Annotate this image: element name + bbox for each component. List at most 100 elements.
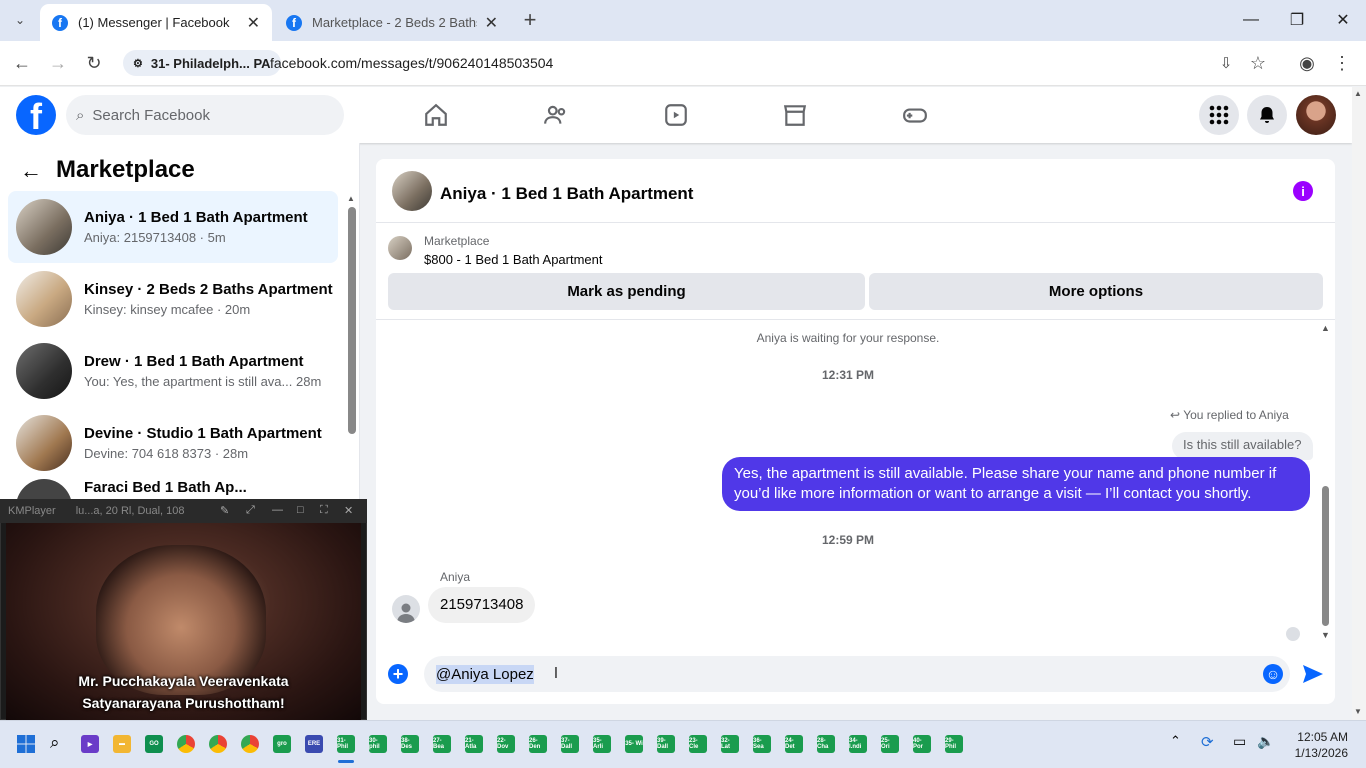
incoming-message-bubble[interactable]: 2159713408: [428, 587, 536, 623]
sidebar-scrollbar[interactable]: [348, 207, 356, 434]
resize-icon[interactable]: ⤢: [246, 504, 255, 517]
site-info-chip[interactable]: ⚙ 31- Philadelph... PA: [123, 50, 281, 76]
media-app-icon[interactable]: ▶: [81, 735, 99, 753]
kmplayer-maximize-icon[interactable]: □: [297, 504, 304, 516]
bookmark-star-icon[interactable]: ☆: [1244, 49, 1272, 77]
app-icon[interactable]: ERE: [305, 735, 323, 753]
pinned-sheet-icon[interactable]: 27- Bea: [433, 735, 451, 753]
chrome-icon[interactable]: [177, 735, 195, 753]
pinned-sheet-icon[interactable]: 38- Des: [401, 735, 419, 753]
chat-scrollbar[interactable]: [1322, 486, 1329, 626]
tab-search-chevron-icon[interactable]: ⌄: [6, 6, 34, 34]
pinned-sheet-icon[interactable]: 39- Dall: [657, 735, 675, 753]
pinned-sheet-icon[interactable]: 24- Det: [785, 735, 803, 753]
pinned-sheet-icon[interactable]: 26- Den: [529, 735, 547, 753]
conversation-item[interactable]: Kinsey · 2 Beds 2 Baths Apartment Kinsey…: [8, 263, 338, 335]
message-input[interactable]: @Aniya Lopez I: [424, 656, 1290, 692]
home-icon[interactable]: [421, 100, 451, 130]
sender-avatar[interactable]: [392, 595, 420, 623]
taskbar-search-icon[interactable]: ⌕: [50, 733, 60, 753]
conversation-preview: You: Yes, the apartment is still ava... …: [84, 374, 322, 389]
app-icon[interactable]: GO: [145, 735, 163, 753]
search-facebook-input[interactable]: ⌕ Search Facebook: [66, 95, 344, 135]
scroll-down-arrow-icon[interactable]: ▼: [1321, 630, 1330, 640]
back-icon[interactable]: ←: [8, 49, 36, 77]
outgoing-message-bubble[interactable]: Yes, the apartment is still available. P…: [722, 457, 1310, 511]
page-scrollbar-track[interactable]: [1352, 87, 1366, 720]
replied-to-text: You replied to Aniya: [1183, 408, 1289, 422]
conversation-item[interactable]: Aniya · 1 Bed 1 Bath Apartment Aniya: 21…: [8, 191, 338, 263]
close-tab-icon[interactable]: ✕: [485, 13, 498, 33]
pinned-sheet-icon[interactable]: 22- Dov: [497, 735, 515, 753]
pinned-sheet-icon[interactable]: 34- I.ndi: [849, 735, 867, 753]
system-clock[interactable]: 12:05 AM 1/13/2026: [1286, 729, 1348, 761]
volume-icon[interactable]: 🔈: [1257, 733, 1274, 750]
pin-icon[interactable]: ✎: [220, 504, 229, 517]
pinned-sheet-icon[interactable]: 37- Dall: [561, 735, 579, 753]
kmplayer-fullscreen-icon[interactable]: ⛶: [320, 504, 328, 517]
pinned-sheet-icon[interactable]: 31- Phil: [337, 735, 355, 753]
pinned-sheet-icon[interactable]: 32- Lat: [721, 735, 739, 753]
mark-as-pending-button[interactable]: Mark as pending: [388, 273, 865, 310]
browser-tab-marketplace[interactable]: f Marketplace - 2 Beds 2 Baths A ✕: [274, 4, 510, 41]
chrome-icon[interactable]: [241, 735, 259, 753]
maximize-icon[interactable]: ❐: [1274, 0, 1320, 40]
chrome-icon[interactable]: [209, 735, 227, 753]
forward-icon[interactable]: →: [44, 49, 72, 77]
notifications-bell-icon[interactable]: [1247, 95, 1287, 135]
scroll-up-arrow-icon[interactable]: ▲: [347, 194, 355, 203]
emoji-icon[interactable]: ☺: [1263, 664, 1283, 684]
friends-icon[interactable]: [541, 100, 571, 130]
close-tab-icon[interactable]: ✕: [247, 13, 260, 33]
add-attachment-icon[interactable]: +: [388, 664, 408, 684]
sync-icon[interactable]: ⟳: [1201, 733, 1214, 751]
profile-icon[interactable]: ◉: [1293, 49, 1321, 77]
reload-icon[interactable]: ↻: [80, 49, 108, 77]
show-hidden-icons-chevron[interactable]: ⌃: [1170, 733, 1181, 749]
gaming-icon[interactable]: [900, 100, 930, 130]
pinned-sheet-icon[interactable]: 30- phil: [369, 735, 387, 753]
listing-title[interactable]: $800 - 1 Bed 1 Bath Apartment: [424, 252, 603, 267]
chat-title[interactable]: Aniya · 1 Bed 1 Bath Apartment: [440, 184, 693, 204]
search-placeholder: Search Facebook: [92, 106, 210, 124]
close-window-icon[interactable]: ✕: [1320, 0, 1366, 40]
account-avatar[interactable]: [1296, 95, 1336, 135]
conversation-item[interactable]: Drew · 1 Bed 1 Bath Apartment You: Yes, …: [8, 335, 338, 407]
conversation-item[interactable]: Devine · Studio 1 Bath Apartment Devine:…: [8, 407, 338, 479]
info-icon[interactable]: i: [1293, 181, 1313, 201]
kmplayer-titlebar[interactable]: KMPlayer lu...a, 20 Rl, Dual, 108: [0, 499, 367, 523]
quoted-message[interactable]: Is this still available?: [1172, 432, 1313, 460]
file-explorer-icon[interactable]: ▬: [113, 735, 131, 753]
pinned-sheet-icon[interactable]: 25- Ori: [881, 735, 899, 753]
pinned-sheet-icon[interactable]: 29- Phil: [945, 735, 963, 753]
browser-menu-icon[interactable]: ⋮: [1328, 49, 1356, 77]
conversation-item[interactable]: Faraci Bed 1 Bath Ap...: [8, 479, 338, 499]
facebook-logo-icon[interactable]: f: [16, 95, 56, 135]
pinned-sheet-icon[interactable]: 35- Arli: [593, 735, 611, 753]
pinned-sheet-icon[interactable]: 28- Cha: [817, 735, 835, 753]
pinned-sheet-icon[interactable]: 23- Cle: [689, 735, 707, 753]
marketplace-icon[interactable]: [780, 100, 810, 130]
menu-grid-icon[interactable]: [1199, 95, 1239, 135]
address-bar[interactable]: facebook.com/messages/t/906240148503504: [270, 55, 553, 71]
send-icon[interactable]: [1302, 664, 1324, 689]
browser-tab-messenger[interactable]: f (1) Messenger | Facebook ✕: [40, 4, 272, 41]
pinned-sheet-icon[interactable]: 36- Sea: [753, 735, 771, 753]
scroll-up-arrow-icon[interactable]: ▲: [1321, 323, 1330, 333]
minimize-icon[interactable]: —: [1228, 0, 1274, 40]
install-app-icon[interactable]: ⇩: [1212, 49, 1240, 77]
windows-start-icon[interactable]: [17, 735, 35, 758]
new-tab-button[interactable]: +: [516, 6, 544, 34]
video-icon[interactable]: [661, 100, 691, 130]
app-icon[interactable]: gro: [273, 735, 291, 753]
page-scroll-down-icon[interactable]: ▼: [1354, 707, 1362, 716]
network-icon[interactable]: ▭: [1233, 733, 1246, 750]
more-options-button[interactable]: More options: [869, 273, 1323, 310]
back-arrow-icon[interactable]: ←: [20, 158, 42, 184]
kmplayer-close-icon[interactable]: ✕: [344, 504, 353, 517]
kmplayer-minimize-icon[interactable]: —: [272, 504, 283, 516]
pinned-sheet-icon[interactable]: 40- Por: [913, 735, 931, 753]
pinned-sheet-icon[interactable]: 21- Atla: [465, 735, 483, 753]
page-scroll-up-icon[interactable]: ▲: [1354, 89, 1362, 98]
pinned-sheet-icon[interactable]: 35- Wi: [625, 735, 643, 753]
